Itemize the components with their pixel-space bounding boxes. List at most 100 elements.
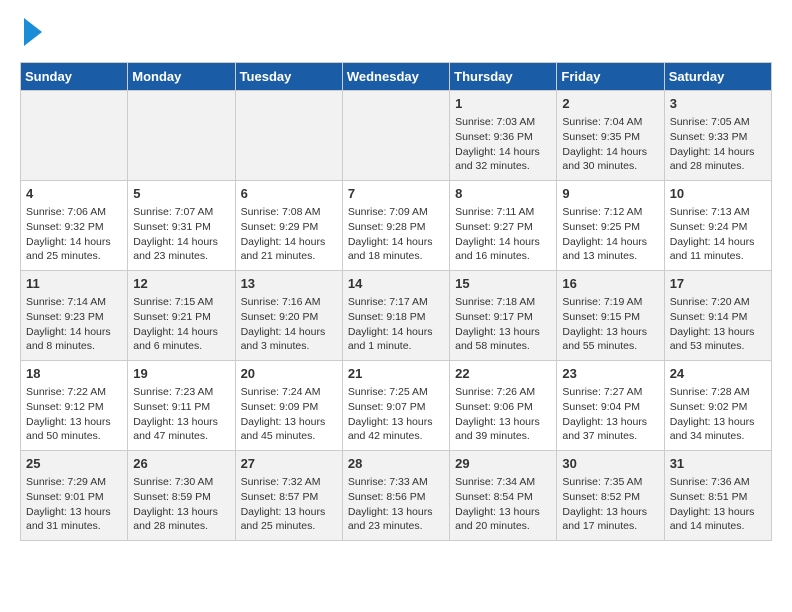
calendar-cell: 2 Sunrise: 7:04 AM Sunset: 9:35 PM Daylig… (557, 91, 664, 181)
calendar-cell (128, 91, 235, 181)
calendar-cell: 8 Sunrise: 7:11 AM Sunset: 9:27 PM Daylig… (450, 181, 557, 271)
day-number: 2 (562, 95, 658, 113)
calendar-cell: 26 Sunrise: 7:30 AM Sunset: 8:59 PM Dayli… (128, 451, 235, 541)
calendar-cell: 10 Sunrise: 7:13 AM Sunset: 9:24 PM Dayli… (664, 181, 771, 271)
day-info: Sunrise: 7:15 AM Sunset: 9:21 PM Dayligh… (133, 295, 229, 354)
day-info: Sunrise: 7:14 AM Sunset: 9:23 PM Dayligh… (26, 295, 122, 354)
day-number: 18 (26, 365, 122, 383)
calendar-cell: 24Sunrise: 7:28 AM Sunset: 9:02 PM Dayli… (664, 361, 771, 451)
day-info: Sunrise: 7:22 AM Sunset: 9:12 PM Dayligh… (26, 385, 122, 444)
logo-arrow-icon (24, 18, 42, 46)
calendar-cell (342, 91, 449, 181)
day-number: 16 (562, 275, 658, 293)
calendar-cell: 29Sunrise: 7:34 AM Sunset: 8:54 PM Dayli… (450, 451, 557, 541)
calendar-cell: 21Sunrise: 7:25 AM Sunset: 9:07 PM Dayli… (342, 361, 449, 451)
calendar-cell: 15 Sunrise: 7:18 AM Sunset: 9:17 PM Dayli… (450, 271, 557, 361)
day-number: 15 (455, 275, 551, 293)
day-info: Sunrise: 7:17 AM Sunset: 9:18 PM Dayligh… (348, 295, 444, 354)
day-number: 4 (26, 185, 122, 203)
calendar-cell: 1 Sunrise: 7:03 AM Sunset: 9:36 PM Daylig… (450, 91, 557, 181)
header-saturday: Saturday (664, 63, 771, 91)
calendar-week-1: 1 Sunrise: 7:03 AM Sunset: 9:36 PM Daylig… (21, 91, 772, 181)
day-info: Sunrise: 7:08 AM Sunset: 9:29 PM Dayligh… (241, 205, 337, 264)
day-info: Sunrise: 7:35 AM Sunset: 8:52 PM Dayligh… (562, 475, 658, 534)
calendar-cell: 4 Sunrise: 7:06 AM Sunset: 9:32 PM Daylig… (21, 181, 128, 271)
day-number: 6 (241, 185, 337, 203)
day-number: 8 (455, 185, 551, 203)
day-number: 13 (241, 275, 337, 293)
day-number: 3 (670, 95, 766, 113)
calendar-cell: 25Sunrise: 7:29 AM Sunset: 9:01 PM Dayli… (21, 451, 128, 541)
day-number: 27 (241, 455, 337, 473)
day-number: 24 (670, 365, 766, 383)
calendar-cell: 7 Sunrise: 7:09 AM Sunset: 9:28 PM Daylig… (342, 181, 449, 271)
logo (20, 20, 42, 46)
day-info: Sunrise: 7:33 AM Sunset: 8:56 PM Dayligh… (348, 475, 444, 534)
calendar-header-row: SundayMondayTuesdayWednesdayThursdayFrid… (21, 63, 772, 91)
day-info: Sunrise: 7:03 AM Sunset: 9:36 PM Dayligh… (455, 115, 551, 174)
calendar-week-4: 18 Sunrise: 7:22 AM Sunset: 9:12 PM Dayli… (21, 361, 772, 451)
page-header (20, 20, 772, 46)
calendar-cell: 22 Sunrise: 7:26 AM Sunset: 9:06 PM Dayli… (450, 361, 557, 451)
day-info: Sunrise: 7:20 AM Sunset: 9:14 PM Dayligh… (670, 295, 766, 354)
day-number: 9 (562, 185, 658, 203)
day-info: Sunrise: 7:04 AM Sunset: 9:35 PM Dayligh… (562, 115, 658, 174)
calendar-cell: 6 Sunrise: 7:08 AM Sunset: 9:29 PM Daylig… (235, 181, 342, 271)
day-number: 14 (348, 275, 444, 293)
day-info: Sunrise: 7:18 AM Sunset: 9:17 PM Dayligh… (455, 295, 551, 354)
calendar-cell: 16Sunrise: 7:19 AM Sunset: 9:15 PM Dayli… (557, 271, 664, 361)
day-info: Sunrise: 7:07 AM Sunset: 9:31 PM Dayligh… (133, 205, 229, 264)
calendar-table: SundayMondayTuesdayWednesdayThursdayFrid… (20, 62, 772, 541)
day-number: 28 (348, 455, 444, 473)
calendar-cell: 9 Sunrise: 7:12 AM Sunset: 9:25 PM Daylig… (557, 181, 664, 271)
calendar-cell: 18 Sunrise: 7:22 AM Sunset: 9:12 PM Dayli… (21, 361, 128, 451)
day-info: Sunrise: 7:26 AM Sunset: 9:06 PM Dayligh… (455, 385, 551, 444)
calendar-week-2: 4 Sunrise: 7:06 AM Sunset: 9:32 PM Daylig… (21, 181, 772, 271)
day-number: 19 (133, 365, 229, 383)
calendar-cell: 13 Sunrise: 7:16 AM Sunset: 9:20 PM Dayli… (235, 271, 342, 361)
day-info: Sunrise: 7:05 AM Sunset: 9:33 PM Dayligh… (670, 115, 766, 174)
header-sunday: Sunday (21, 63, 128, 91)
day-number: 7 (348, 185, 444, 203)
calendar-cell: 12Sunrise: 7:15 AM Sunset: 9:21 PM Dayli… (128, 271, 235, 361)
day-info: Sunrise: 7:29 AM Sunset: 9:01 PM Dayligh… (26, 475, 122, 534)
day-info: Sunrise: 7:09 AM Sunset: 9:28 PM Dayligh… (348, 205, 444, 264)
calendar-cell (235, 91, 342, 181)
day-info: Sunrise: 7:11 AM Sunset: 9:27 PM Dayligh… (455, 205, 551, 264)
header-tuesday: Tuesday (235, 63, 342, 91)
calendar-body: 1 Sunrise: 7:03 AM Sunset: 9:36 PM Daylig… (21, 91, 772, 541)
day-number: 11 (26, 275, 122, 293)
day-number: 5 (133, 185, 229, 203)
day-number: 26 (133, 455, 229, 473)
calendar-cell: 28 Sunrise: 7:33 AM Sunset: 8:56 PM Dayli… (342, 451, 449, 541)
calendar-cell: 20Sunrise: 7:24 AM Sunset: 9:09 PM Dayli… (235, 361, 342, 451)
header-friday: Friday (557, 63, 664, 91)
calendar-cell: 19 Sunrise: 7:23 AM Sunset: 9:11 PM Dayli… (128, 361, 235, 451)
day-info: Sunrise: 7:32 AM Sunset: 8:57 PM Dayligh… (241, 475, 337, 534)
day-number: 10 (670, 185, 766, 203)
day-info: Sunrise: 7:06 AM Sunset: 9:32 PM Dayligh… (26, 205, 122, 264)
day-info: Sunrise: 7:23 AM Sunset: 9:11 PM Dayligh… (133, 385, 229, 444)
day-number: 22 (455, 365, 551, 383)
day-number: 17 (670, 275, 766, 293)
calendar-cell: 17 Sunrise: 7:20 AM Sunset: 9:14 PM Dayli… (664, 271, 771, 361)
calendar-cell: 30Sunrise: 7:35 AM Sunset: 8:52 PM Dayli… (557, 451, 664, 541)
day-number: 23 (562, 365, 658, 383)
calendar-cell: 14 Sunrise: 7:17 AM Sunset: 9:18 PM Dayli… (342, 271, 449, 361)
calendar-cell: 31Sunrise: 7:36 AM Sunset: 8:51 PM Dayli… (664, 451, 771, 541)
day-number: 1 (455, 95, 551, 113)
day-info: Sunrise: 7:16 AM Sunset: 9:20 PM Dayligh… (241, 295, 337, 354)
calendar-week-3: 11 Sunrise: 7:14 AM Sunset: 9:23 PM Dayli… (21, 271, 772, 361)
day-info: Sunrise: 7:12 AM Sunset: 9:25 PM Dayligh… (562, 205, 658, 264)
header-wednesday: Wednesday (342, 63, 449, 91)
day-info: Sunrise: 7:13 AM Sunset: 9:24 PM Dayligh… (670, 205, 766, 264)
day-info: Sunrise: 7:27 AM Sunset: 9:04 PM Dayligh… (562, 385, 658, 444)
calendar-cell: 11 Sunrise: 7:14 AM Sunset: 9:23 PM Dayli… (21, 271, 128, 361)
calendar-cell: 23 Sunrise: 7:27 AM Sunset: 9:04 PM Dayli… (557, 361, 664, 451)
day-number: 21 (348, 365, 444, 383)
day-number: 20 (241, 365, 337, 383)
day-number: 29 (455, 455, 551, 473)
day-info: Sunrise: 7:36 AM Sunset: 8:51 PM Dayligh… (670, 475, 766, 534)
calendar-cell (21, 91, 128, 181)
day-info: Sunrise: 7:30 AM Sunset: 8:59 PM Dayligh… (133, 475, 229, 534)
